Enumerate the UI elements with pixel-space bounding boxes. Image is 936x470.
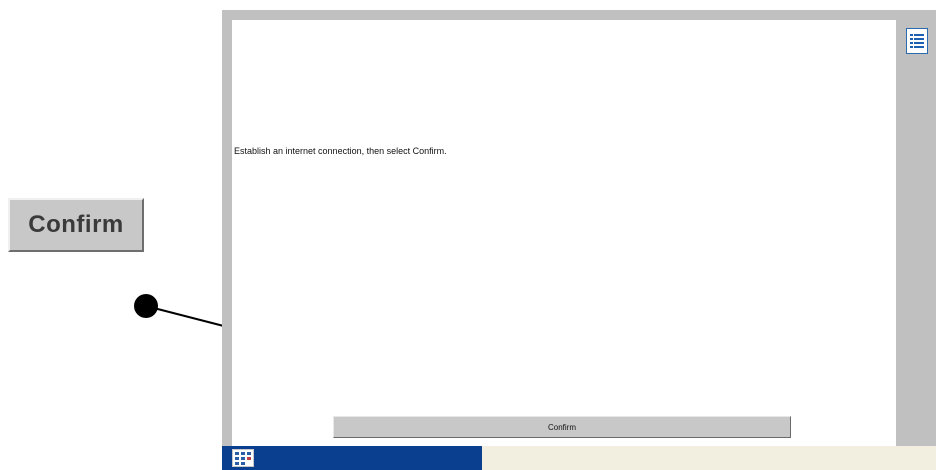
screen: Confirm Establish an internet connection… [0,0,936,470]
taskbar [222,446,936,470]
list-menu-icon[interactable] [906,28,928,54]
callout-confirm-button: Confirm [8,198,144,252]
app-window: Establish an internet connection, then s… [222,10,936,448]
confirm-button[interactable]: Confirm [333,416,791,438]
app-content-area: Establish an internet connection, then s… [232,20,896,448]
pointer-dot [134,294,158,318]
instruction-text: Establish an internet connection, then s… [234,146,447,156]
calculator-icon[interactable] [232,449,254,467]
taskbar-start-area [222,446,482,470]
